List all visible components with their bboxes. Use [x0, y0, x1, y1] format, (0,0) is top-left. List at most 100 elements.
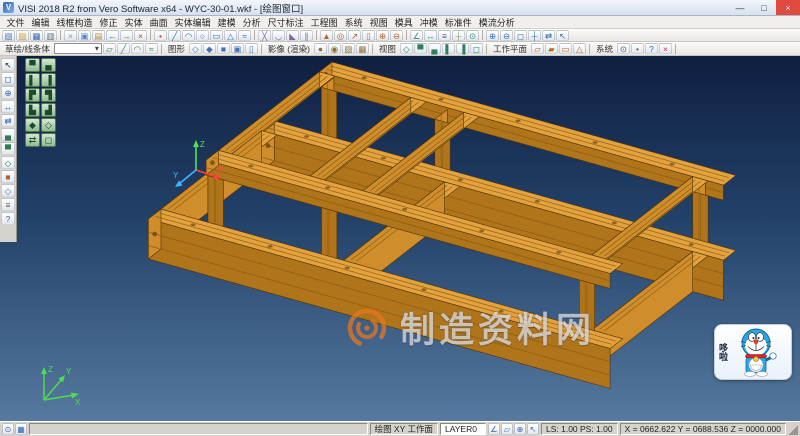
view-zoom-fit-icon[interactable]: ◻ [41, 133, 56, 147]
background-icon[interactable]: ▦ [356, 43, 369, 54]
menu-item-2[interactable]: 编辑 [28, 16, 53, 29]
zoom-in-icon[interactable]: ⊕ [486, 30, 499, 41]
pan-view-icon[interactable]: ↔ [1, 100, 15, 113]
ortho-toggle-icon[interactable]: ∠ [488, 423, 500, 435]
line-icon[interactable]: ╱ [168, 30, 181, 41]
shaded-view-icon[interactable]: ■ [217, 43, 230, 54]
layer-combo[interactable]: ▾ [54, 43, 102, 54]
lighting-icon[interactable]: ◉ [328, 43, 341, 54]
undo-icon[interactable]: ← [106, 30, 119, 41]
snap-toggle-icon[interactable]: ⊙ [2, 423, 14, 435]
menu-item-4[interactable]: 修正 [96, 16, 121, 29]
view-top-icon[interactable]: ▀ [414, 43, 427, 54]
shaded-mode-icon[interactable]: ■ [1, 170, 15, 183]
view-right-icon[interactable]: ▜ [41, 88, 56, 102]
transparent-view-icon[interactable]: ▯ [245, 43, 258, 54]
view-left-icon[interactable]: ▛ [25, 88, 40, 102]
polygon-icon[interactable]: △ [224, 30, 237, 41]
view-front-icon[interactable]: ▄ [428, 43, 441, 54]
pan-icon[interactable]: ┼ [528, 30, 541, 41]
rotate-view-icon[interactable]: ⇄ [542, 30, 555, 41]
view-front-icon[interactable]: ▄ [1, 128, 15, 141]
layers-icon[interactable]: ≡ [438, 30, 451, 41]
spline-icon[interactable]: ≈ [238, 30, 251, 41]
zoom-window-icon[interactable]: ◻ [1, 72, 15, 85]
select-mode-icon[interactable]: ↖ [527, 423, 539, 435]
sweep-icon[interactable]: ↗ [348, 30, 361, 41]
trim-icon[interactable]: ╳ [258, 30, 271, 41]
workplane-xy-icon[interactable]: ▱ [531, 43, 544, 54]
view-iso-sw-icon[interactable]: ◇ [41, 118, 56, 132]
menu-item-3[interactable]: 线框构造 [53, 16, 96, 29]
cut-icon[interactable]: × [64, 30, 77, 41]
paste-icon[interactable]: ▤ [92, 30, 105, 41]
menu-item-6[interactable]: 曲面 [146, 16, 171, 29]
shading-icon[interactable]: ● [314, 43, 327, 54]
help-icon[interactable]: ? [645, 43, 658, 54]
menu-item-13[interactable]: 视图 [366, 16, 391, 29]
help-icon[interactable]: ? [1, 212, 15, 225]
view-iso-icon[interactable]: ◇ [400, 43, 413, 54]
layer-manager-icon[interactable]: ≡ [1, 198, 15, 211]
new-file-icon[interactable]: ▧ [2, 30, 15, 41]
snap-icon[interactable]: ⊙ [466, 30, 479, 41]
menu-item-17[interactable]: 模流分析 [475, 16, 518, 29]
zoom-fit-icon[interactable]: ◻ [514, 30, 527, 41]
grid-toggle-icon[interactable]: ▦ [15, 423, 27, 435]
view-front-icon[interactable]: ▌ [25, 73, 40, 87]
close-button[interactable]: × [776, 0, 800, 15]
resize-grip[interactable] [788, 423, 798, 435]
menu-item-7[interactable]: 实体编辑 [171, 16, 214, 29]
coords-mode-icon[interactable]: ⊕ [514, 423, 526, 435]
hidden-line-view-icon[interactable]: ◆ [203, 43, 216, 54]
circle-icon[interactable]: ○ [196, 30, 209, 41]
menu-item-10[interactable]: 尺寸标注 [264, 16, 307, 29]
delete-icon[interactable]: × [134, 30, 147, 41]
open-file-icon[interactable]: ▨ [16, 30, 29, 41]
wireframe-mode-icon[interactable]: ◇ [1, 184, 15, 197]
menu-item-5[interactable]: 实体 [121, 16, 146, 29]
info-icon[interactable]: • [631, 43, 644, 54]
view-iso-ne-icon[interactable]: ▙ [25, 103, 40, 117]
offset-icon[interactable]: ∥ [300, 30, 313, 41]
menu-item-1[interactable]: 文件 [3, 16, 28, 29]
view-fit-icon[interactable]: ◻ [470, 43, 483, 54]
menu-item-14[interactable]: 模具 [391, 16, 416, 29]
boolean-union-icon[interactable]: ⊕ [376, 30, 389, 41]
workplane-xz-icon[interactable]: ▰ [545, 43, 558, 54]
rotate-view-icon[interactable]: ⇄ [1, 114, 15, 127]
chamfer-icon[interactable]: ◣ [286, 30, 299, 41]
menu-item-16[interactable]: 标准件 [441, 16, 475, 29]
sketch-line-icon[interactable]: ╱ [117, 43, 130, 54]
minimize-button[interactable]: — [728, 0, 752, 15]
boolean-subtract-icon[interactable]: ⊖ [390, 30, 403, 41]
rectangle-icon[interactable]: ▭ [210, 30, 223, 41]
menu-item-12[interactable]: 系统 [341, 16, 366, 29]
save-icon[interactable]: ▦ [30, 30, 43, 41]
menu-item-9[interactable]: 分析 [239, 16, 264, 29]
sketch-spline-icon[interactable]: ≈ [145, 43, 158, 54]
view-top-icon[interactable]: ▀ [25, 58, 40, 72]
statusbar-layer[interactable]: LAYER0 [440, 423, 486, 435]
view-iso-nw-icon[interactable]: ▟ [41, 103, 56, 117]
statusbar-workplane[interactable]: 绘图 XY 工作面 [370, 423, 438, 435]
shell-icon[interactable]: ▯ [362, 30, 375, 41]
view-right-icon[interactable]: ▐ [456, 43, 469, 54]
dimension-icon[interactable]: ↔ [424, 30, 437, 41]
sketch-plane-icon[interactable]: ▱ [103, 43, 116, 54]
view-left-icon[interactable]: ▌ [442, 43, 455, 54]
maximize-button[interactable]: □ [752, 0, 776, 15]
menu-item-15[interactable]: 冲模 [416, 16, 441, 29]
exit-icon[interactable]: × [659, 43, 672, 54]
view-back-icon[interactable]: ▐ [41, 73, 56, 87]
view-rotate-icon[interactable]: ⇄ [25, 133, 40, 147]
previous-view-icon[interactable]: ↖ [556, 30, 569, 41]
extrude-icon[interactable]: ▲ [320, 30, 333, 41]
workplane-indicator-icon[interactable]: ▱ [501, 423, 513, 435]
view-top-icon[interactable]: ▀ [1, 142, 15, 155]
view-iso-icon[interactable]: ◇ [1, 156, 15, 169]
settings-icon[interactable]: ⊙ [617, 43, 630, 54]
measure-icon[interactable]: ∠ [410, 30, 423, 41]
print-icon[interactable]: ▥ [44, 30, 57, 41]
menu-item-8[interactable]: 建模 [214, 16, 239, 29]
